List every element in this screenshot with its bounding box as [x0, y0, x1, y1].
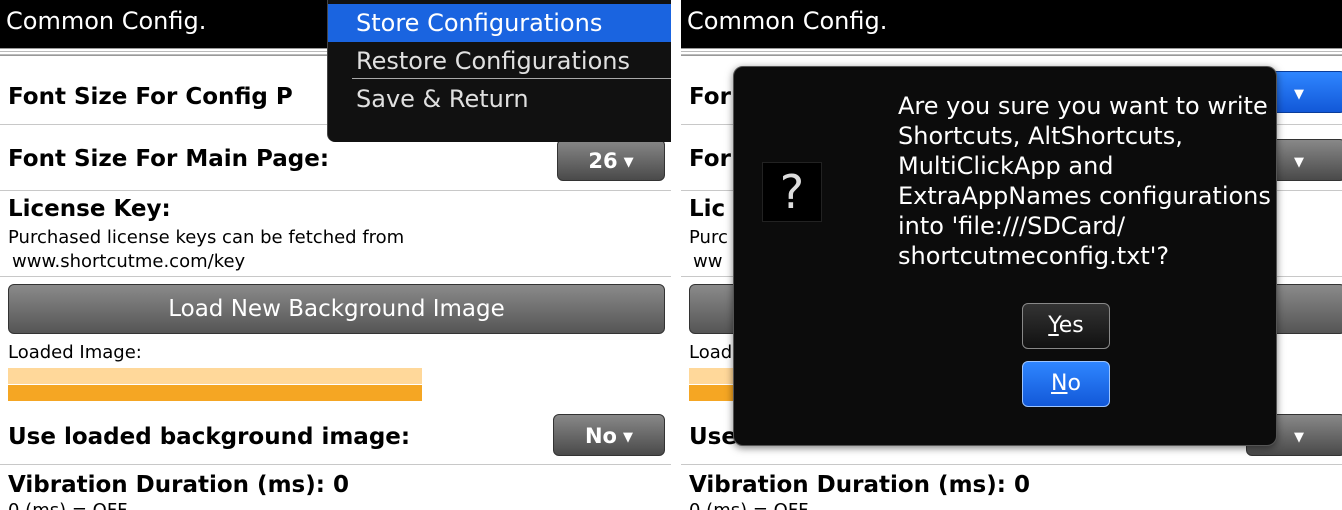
no-button[interactable]: No — [1022, 361, 1110, 407]
loaded-image-label: Load — [689, 342, 733, 363]
no-label: o — [1067, 371, 1081, 396]
dialog-message-line: shortcutmeconfig.txt'? — [898, 242, 1170, 270]
font-size-main-label: Font Size For Main Page: — [8, 146, 330, 172]
dialog-message-line: Are you sure you want to write — [898, 92, 1268, 120]
vibration-duration-label: Vibration Duration (ms): 0 — [8, 472, 349, 498]
use-background-label: Use loaded background image: — [8, 424, 411, 450]
dialog-message: Are you sure you want to write Shortcuts… — [898, 91, 1271, 271]
font-size-main-value: 26 — [588, 149, 618, 173]
no-accelerator: N — [1051, 371, 1068, 396]
vibration-desc: 0 (ms) = OFF — [8, 500, 128, 510]
yes-label: es — [1058, 313, 1084, 338]
yes-accelerator: Y — [1048, 313, 1059, 338]
font-size-config-label: Font Size For Config P — [8, 84, 293, 110]
chevron-down-icon: ▼ — [623, 155, 634, 170]
chevron-down-icon: ▼ — [1294, 430, 1304, 445]
vibration-duration-label: Vibration Duration (ms): 0 — [689, 472, 1030, 498]
license-key-label: License Key: — [8, 196, 171, 222]
separator — [0, 464, 671, 465]
use-background-dropdown[interactable]: No ▼ — [553, 414, 665, 456]
use-background-value: No — [584, 424, 617, 448]
license-desc-line2: ww — [693, 251, 723, 272]
license-desc-line1: Purchased license keys can be fetched fr… — [8, 227, 405, 248]
load-background-button[interactable]: Load New Background Image — [8, 284, 665, 334]
left-screen: Common Config. Font Size For Config P Fo… — [0, 0, 671, 510]
menu-divider — [352, 78, 671, 79]
font-size-config-label: For — [689, 84, 731, 110]
dialog-message-line: Shortcuts, AltShortcuts, — [898, 122, 1183, 150]
loaded-image-preview-top — [8, 368, 422, 384]
title-bar: Common Config. — [681, 0, 1342, 48]
dialog-message-line: MultiClickApp and — [898, 152, 1114, 180]
font-size-main-dropdown[interactable]: 26 ▼ — [557, 139, 665, 181]
yes-button[interactable]: Yes — [1022, 303, 1110, 349]
title-divider — [681, 48, 1342, 56]
menu-item-restore-configurations[interactable]: Restore Configurations — [328, 42, 671, 80]
loaded-image-preview-bottom — [8, 385, 422, 401]
separator — [0, 276, 671, 277]
right-screen: Common Config. For ▼ For ▼ Lic Purc ww L… — [681, 0, 1342, 510]
license-desc-line1: Purc — [689, 227, 728, 248]
license-desc-line2: www.shortcutme.com/key — [12, 251, 246, 272]
use-background-label: Use — [689, 424, 737, 450]
chevron-down-icon: ▼ — [1294, 87, 1304, 102]
menu-item-store-configurations[interactable]: Store Configurations — [328, 4, 671, 42]
options-menu: Store Configurations Restore Configurati… — [327, 0, 671, 142]
font-size-main-label: For — [689, 146, 731, 172]
page-title: Common Config. — [6, 7, 207, 35]
vibration-desc: 0 (ms) = OFF — [689, 500, 809, 510]
separator — [681, 464, 1342, 465]
dialog-message-line: into 'file:///SDCard/ — [898, 212, 1126, 240]
chevron-down-icon: ▼ — [1294, 155, 1304, 170]
menu-item-save-return[interactable]: Save & Return — [328, 80, 671, 118]
chevron-down-icon: ▼ — [623, 430, 633, 445]
page-title: Common Config. — [687, 7, 888, 35]
separator — [0, 190, 671, 191]
license-key-label: Lic — [689, 196, 726, 222]
loaded-image-label: Loaded Image: — [8, 342, 142, 363]
dialog-message-line: ExtraAppNames configurations — [898, 182, 1271, 210]
confirm-dialog: ? Are you sure you want to write Shortcu… — [733, 66, 1277, 446]
question-icon: ? — [762, 162, 822, 222]
